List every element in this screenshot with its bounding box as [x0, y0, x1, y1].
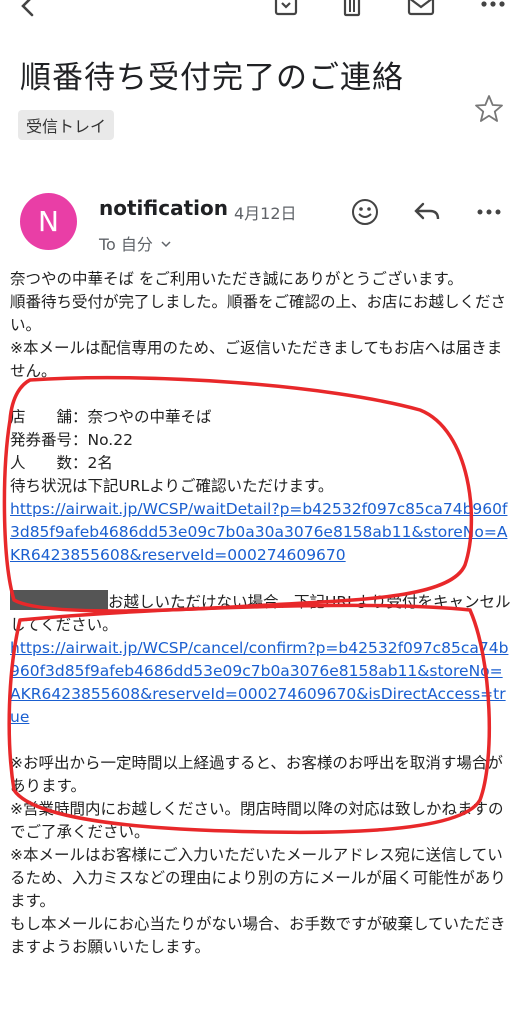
party-size-line: 人 数：2名: [10, 454, 113, 472]
notice-line: ※本メールは配信専用のため、ご返信いただきましてもお店へは届きません。: [10, 339, 503, 380]
recipient-line[interactable]: To 自分: [99, 231, 172, 255]
back-arrow-icon[interactable]: [16, 0, 40, 18]
email-subject: 順番待ち受付完了のご連絡: [20, 60, 404, 96]
email-body: 奈つやの中華そば をご利用いただき誠にありがとうございます。 順番待ち受付が完了…: [10, 268, 513, 959]
archive-icon[interactable]: [272, 0, 300, 18]
trash-icon[interactable]: [338, 0, 366, 18]
inbox-label-chip[interactable]: 受信トレイ: [18, 110, 115, 140]
intro-line-2: 順番待ち受付が完了しました。順番をご確認の上、お店にお越しください。: [10, 293, 507, 334]
note-call: ※お呼出から一定時間以上経過すると、お客様のお呼出を取消す場合があります。: [10, 754, 503, 795]
chevron-down-icon: [161, 241, 171, 248]
more-vertical-icon[interactable]: [478, 0, 508, 18]
top-toolbar: [0, 0, 523, 22]
more-horizontal-icon[interactable]: [474, 197, 504, 227]
ticket-number-line: 発券番号：No.22: [10, 431, 133, 449]
wait-detail-link[interactable]: https://airwait.jp/WCSP/waitDetail?p=b42…: [10, 500, 507, 564]
shop-line: 店 舗：奈つやの中華そば: [10, 408, 212, 426]
star-icon[interactable]: [474, 94, 504, 124]
reply-icon[interactable]: [412, 197, 442, 227]
sender-avatar: N: [20, 193, 77, 250]
note-hours: ※営業時間内にお越しください。閉店時間以降の対応は致しかねますのでご了承ください…: [10, 800, 504, 841]
sender-name[interactable]: notification: [99, 196, 228, 220]
wait-status-line: 待ち状況は下記URLよりご確認いただけます。: [10, 477, 334, 495]
redacted-block: [10, 590, 108, 610]
emoji-icon[interactable]: [350, 197, 380, 227]
email-date: 4月12日: [234, 204, 297, 223]
note-address: ※本メールはお客様にご入力いただいたメールアドレス宛に送信しているため、入力ミス…: [10, 846, 506, 910]
note-discard: もし本メールにお心当たりがない場合、お手数ですが破棄していただきますようお願いい…: [10, 915, 506, 956]
mail-icon[interactable]: [406, 0, 436, 18]
cancel-link[interactable]: https://airwait.jp/WCSP/cancel/confirm?p…: [10, 639, 508, 726]
intro-line-1: 奈つやの中華そば をご利用いただき誠にありがとうございます。: [10, 270, 463, 288]
recipient-text: To 自分: [99, 235, 153, 254]
